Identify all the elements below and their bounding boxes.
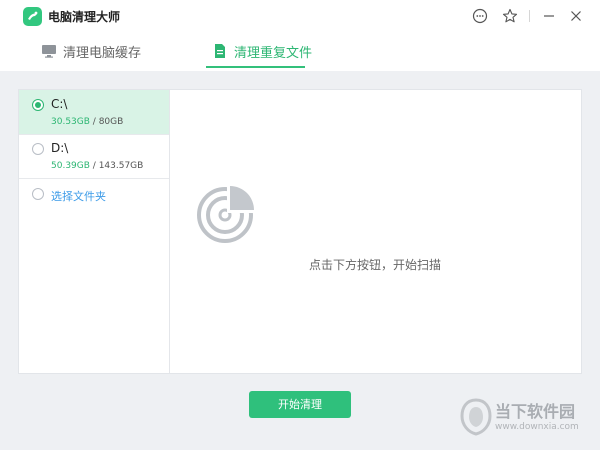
active-tab-indicator xyxy=(206,66,305,68)
drive-item-c[interactable]: C:\ 30.53GB / 80GB xyxy=(19,90,169,135)
choose-folder-option[interactable]: 选择文件夹 xyxy=(19,179,169,209)
minimize-icon[interactable] xyxy=(539,6,559,26)
watermark-logo-icon xyxy=(460,398,492,436)
radar-scan-icon xyxy=(197,182,259,244)
drive-d-usage: 50.39GB / 143.57GB xyxy=(51,161,144,171)
tab-clean-duplicates-label: 清理重复文件 xyxy=(234,46,313,61)
watermark-url: www.downxia.com xyxy=(495,422,579,432)
monitor-icon xyxy=(41,43,57,59)
drive-item-d[interactable]: D:\ 50.39GB / 143.57GB xyxy=(19,134,169,179)
drive-c-radio[interactable] xyxy=(32,99,44,111)
drive-d-radio[interactable] xyxy=(32,143,44,155)
tab-clean-cache-label: 清理电脑缓存 xyxy=(63,46,142,61)
drive-c-usage: 30.53GB / 80GB xyxy=(51,117,124,127)
title-separator xyxy=(529,10,530,22)
drive-d-name: D:\ xyxy=(51,141,69,155)
content-panel: C:\ 30.53GB / 80GB D:\ 50.39GB / 143.57G… xyxy=(18,89,582,374)
tab-bar: 清理电脑缓存 清理重复文件 xyxy=(0,33,600,72)
drive-list: C:\ 30.53GB / 80GB D:\ 50.39GB / 143.57G… xyxy=(19,90,170,373)
chat-icon[interactable] xyxy=(470,6,490,26)
radio-selected-dot xyxy=(35,102,41,108)
scan-hint: 点击下方按钮，开始扫描 xyxy=(308,258,441,272)
star-icon[interactable] xyxy=(500,6,520,26)
drive-c-used: 30.53GB xyxy=(51,117,90,127)
start-clean-button[interactable]: 开始清理 xyxy=(249,391,351,418)
drive-c-name: C:\ xyxy=(51,97,68,111)
main-area: C:\ 30.53GB / 80GB D:\ 50.39GB / 143.57G… xyxy=(0,71,600,450)
drive-d-total: 143.57GB xyxy=(98,161,144,171)
title-bar: 电脑清理大师 xyxy=(0,0,600,33)
choose-folder-radio[interactable] xyxy=(32,188,44,200)
drive-c-total: 80GB xyxy=(98,117,124,127)
close-icon[interactable] xyxy=(566,6,586,26)
app-logo-icon xyxy=(23,7,42,26)
watermark-title: 当下软件园 xyxy=(495,402,576,421)
drive-d-used: 50.39GB xyxy=(51,161,90,171)
choose-folder-link[interactable]: 选择文件夹 xyxy=(51,188,106,204)
app-title: 电脑清理大师 xyxy=(48,10,121,24)
document-icon xyxy=(212,43,228,59)
